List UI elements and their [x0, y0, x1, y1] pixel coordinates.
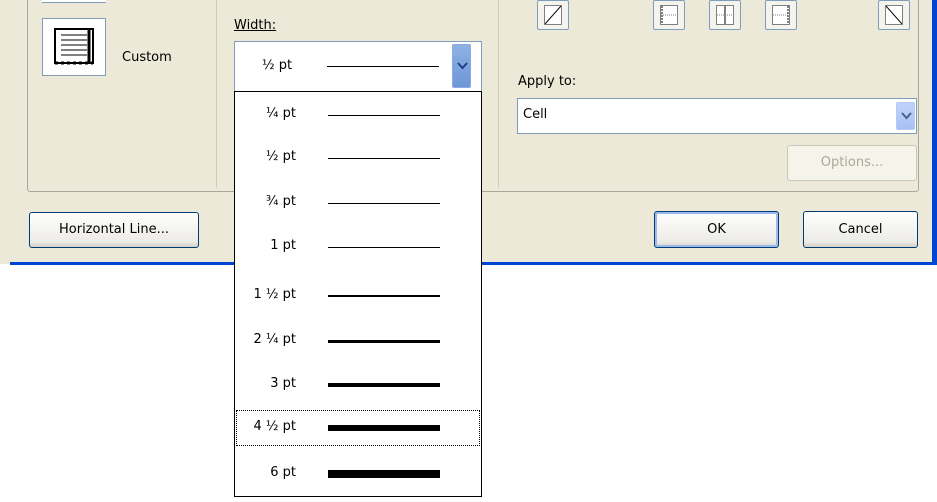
diagonal-up-border-button[interactable]: [537, 0, 569, 30]
width-option-line: [328, 158, 440, 159]
width-option-label: 2 ¼ pt: [253, 332, 297, 347]
width-option-label: 1 ½ pt: [253, 287, 297, 302]
width-option-label: ¾ pt: [265, 194, 296, 209]
custom-setting-label: Custom: [122, 50, 172, 65]
chevron-down-icon: [901, 112, 912, 120]
left-border-icon: [661, 6, 677, 24]
diagonal-down-border-button[interactable]: [878, 0, 910, 30]
width-option-line: [328, 203, 440, 204]
width-option-line: [328, 340, 440, 343]
right-border-icon: [773, 6, 789, 24]
left-border-button[interactable]: [653, 0, 685, 30]
width-option[interactable]: 1 ½ pt: [236, 280, 480, 313]
setting-thumbnail-above[interactable]: [42, 0, 106, 3]
width-preview-line: [327, 66, 439, 67]
width-option[interactable]: 1 pt: [236, 231, 480, 264]
chevron-down-icon: [457, 62, 468, 70]
width-option-label: 4 ½ pt: [253, 419, 297, 434]
custom-setting-button[interactable]: [42, 18, 106, 76]
width-option[interactable]: 3 pt: [236, 369, 480, 402]
cancel-button[interactable]: Cancel: [803, 211, 918, 248]
horizontal-line-button-label: Horizontal Line...: [59, 222, 169, 237]
section-separator: [216, 0, 217, 188]
width-dropdown-list[interactable]: ¼ pt ½ pt ¾ pt 1 pt 1 ½ pt 2 ¼ pt 3 pt 4…: [234, 91, 482, 497]
right-border-button[interactable]: [765, 0, 797, 30]
window-frame-right: [932, 0, 937, 264]
diagonal-down-icon: [885, 5, 903, 25]
options-button-label: Options...: [820, 155, 884, 170]
horizontal-line-button[interactable]: Horizontal Line...: [29, 212, 199, 248]
width-option-label: 1 pt: [270, 238, 296, 253]
width-label: Width:: [234, 18, 277, 33]
width-option-selected[interactable]: 4 ½ pt: [236, 410, 480, 446]
apply-to-dropdown-button[interactable]: [896, 102, 915, 130]
diagonal-up-icon: [544, 5, 562, 25]
ok-button[interactable]: OK: [654, 211, 779, 248]
options-button[interactable]: Options...: [787, 145, 917, 181]
width-option[interactable]: 6 pt: [236, 458, 480, 491]
width-option-label: 3 pt: [270, 376, 296, 391]
center-vertical-icon: [717, 6, 733, 24]
width-option-label: ¼ pt: [265, 106, 296, 121]
apply-to-select[interactable]: Cell: [517, 98, 917, 134]
width-select[interactable]: ½ pt: [234, 41, 482, 92]
width-option[interactable]: ½ pt: [236, 142, 480, 175]
section-separator: [498, 0, 499, 188]
width-option-line: [328, 295, 440, 297]
width-option[interactable]: ¼ pt: [236, 99, 480, 132]
custom-border-icon: [54, 28, 94, 65]
cancel-button-label: Cancel: [838, 222, 883, 237]
width-option-line: [328, 383, 440, 387]
width-option-label: 6 pt: [270, 465, 296, 480]
width-option-line: [328, 470, 440, 478]
width-option[interactable]: 2 ¼ pt: [236, 325, 480, 358]
width-option[interactable]: ¾ pt: [236, 187, 480, 220]
width-dropdown-button[interactable]: [452, 44, 471, 88]
width-option-line: [328, 425, 440, 431]
apply-to-value: Cell: [523, 107, 548, 122]
width-select-value: ½ pt: [262, 58, 293, 73]
ok-button-label: OK: [707, 222, 726, 237]
width-option-label: ½ pt: [265, 149, 296, 164]
width-option-line: [328, 247, 440, 248]
center-vertical-border-button[interactable]: [709, 0, 741, 30]
width-option-line: [328, 115, 440, 116]
apply-to-label: Apply to:: [518, 74, 577, 89]
